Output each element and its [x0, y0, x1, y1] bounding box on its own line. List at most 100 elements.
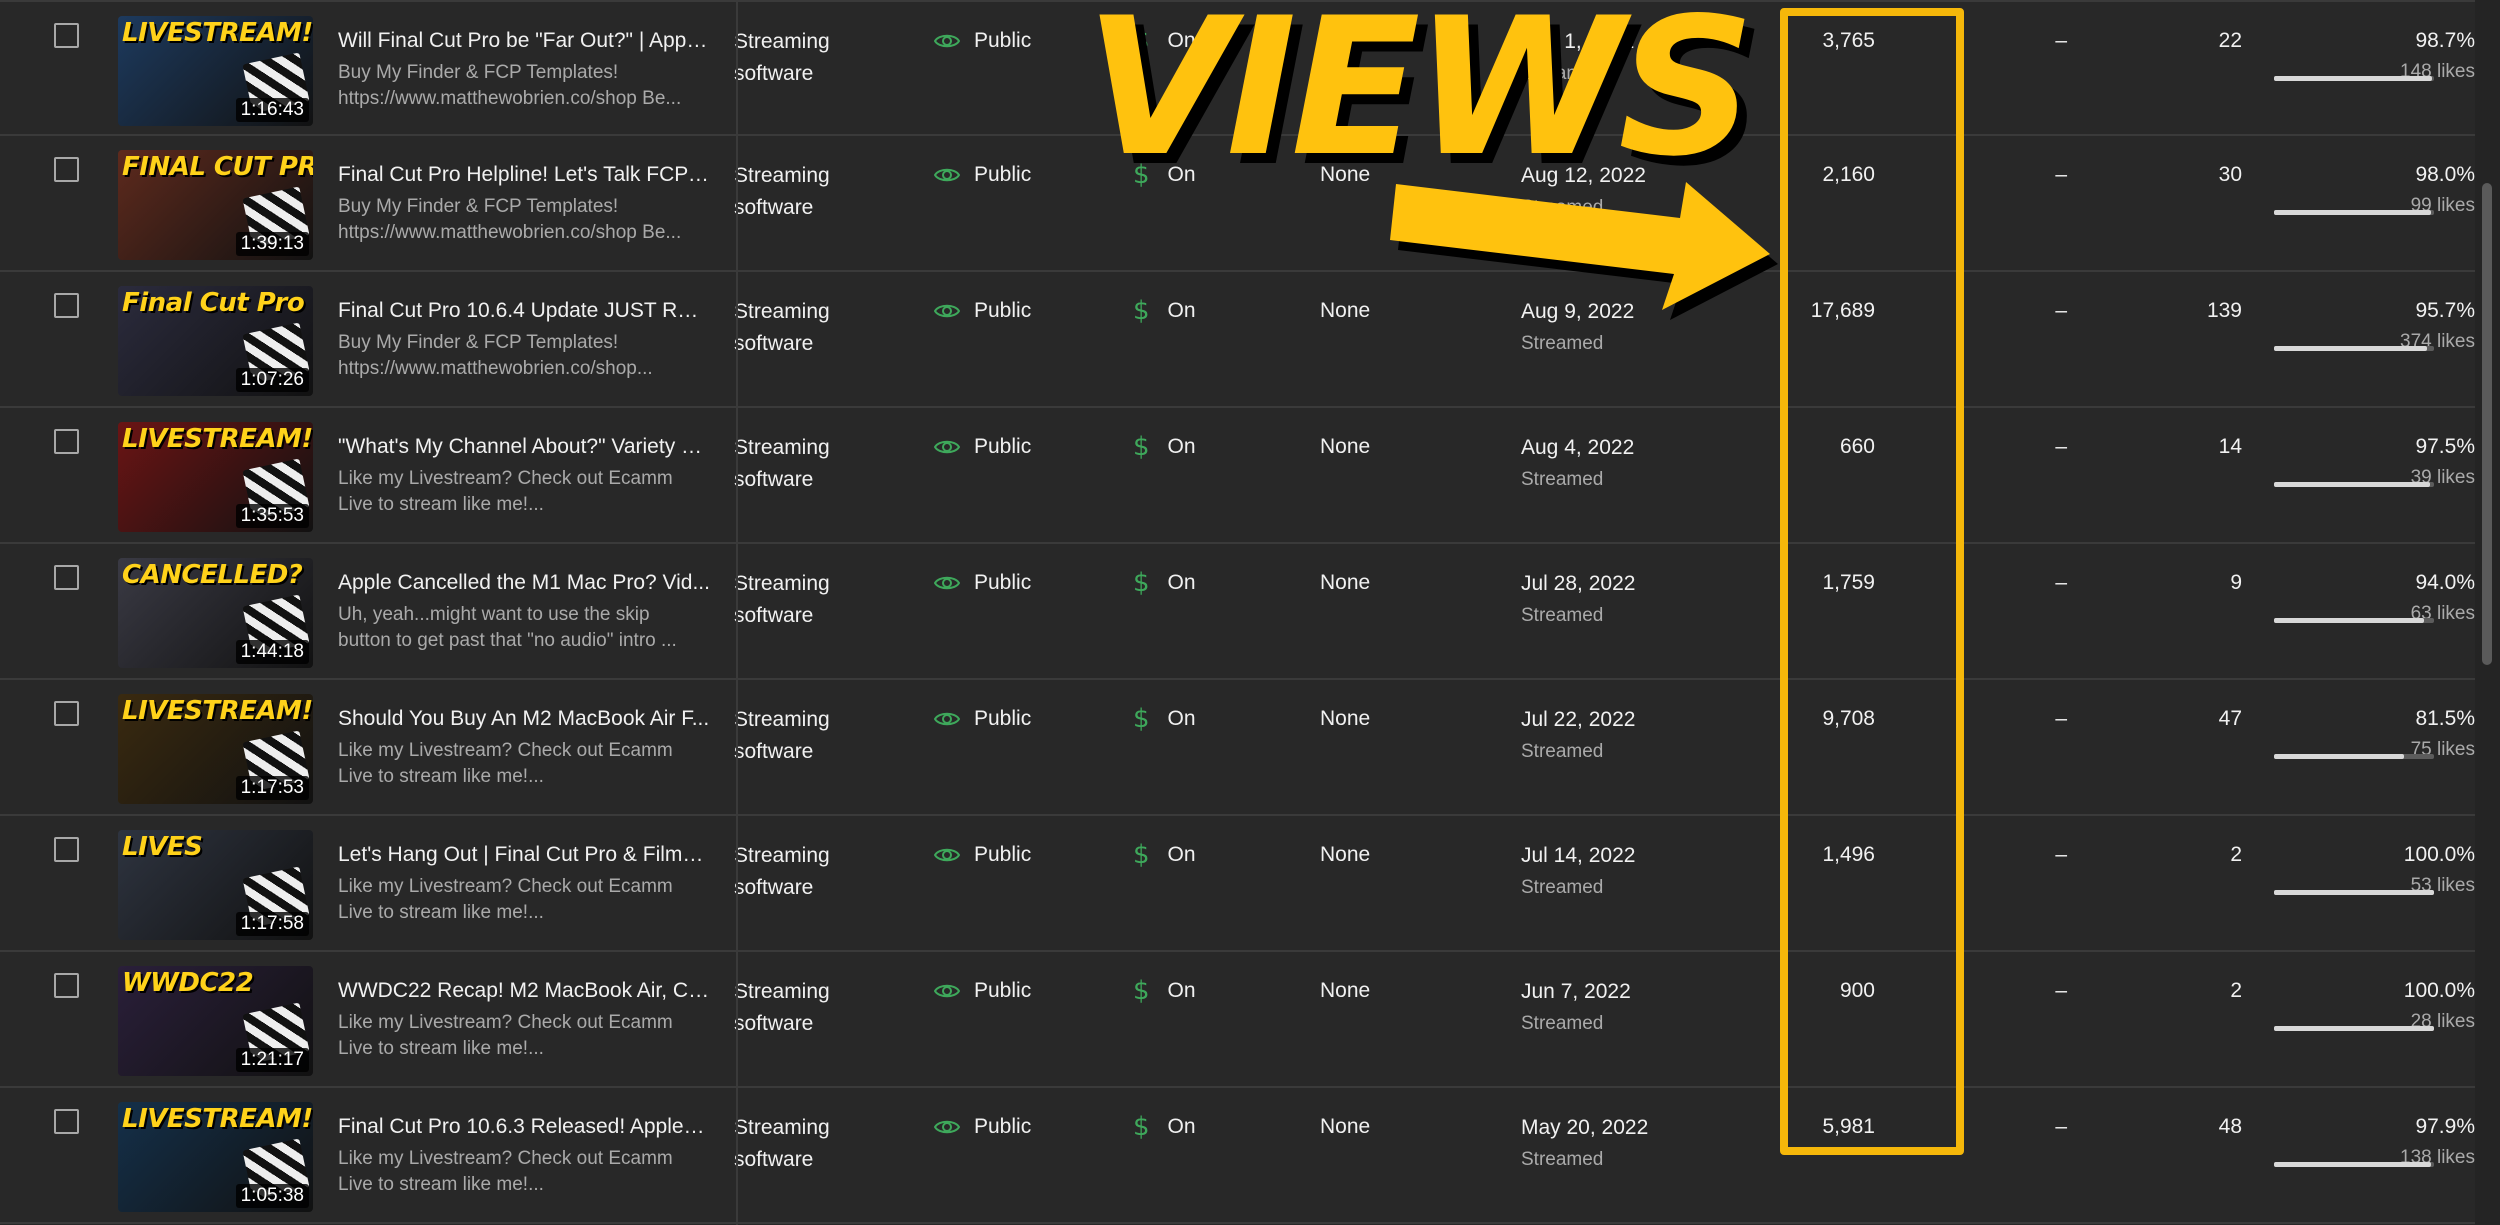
video-type-line: software — [734, 468, 814, 491]
comments-count: 48 — [2218, 1115, 2242, 1138]
date-label: Aug 4, 2022 — [1521, 436, 1635, 459]
date-cell: Jun 7, 2022 Streamed — [1521, 976, 1631, 1040]
table-row[interactable]: LIVESTREAM! 1:17:53 Should You Buy An M2… — [0, 680, 2475, 816]
likes-count: 148 likes — [2400, 61, 2475, 82]
monetization-cell[interactable]: $ On — [1133, 568, 1196, 598]
video-thumbnail[interactable]: WWDC22 1:21:17 — [118, 966, 313, 1076]
table-row[interactable]: Final Cut Pro 10.6.4 1:07:26 Final Cut P… — [0, 272, 2475, 408]
comments-count: 22 — [2218, 29, 2242, 52]
date-sublabel: Streamed — [1521, 741, 1604, 762]
visibility-cell[interactable]: Public — [934, 976, 1031, 1006]
video-type-line: Streaming — [734, 436, 830, 459]
video-description-line: button to get past that "no audio" intro… — [338, 630, 677, 651]
like-ratio-bar — [2274, 890, 2434, 895]
row-checkbox[interactable] — [54, 23, 79, 48]
monetization-cell[interactable]: $ On — [1133, 704, 1196, 734]
video-title[interactable]: Will Final Cut Pro be "Far Out?" | Apple… — [338, 26, 710, 56]
video-thumbnail[interactable]: LIVESTREAM! 1:16:43 — [118, 16, 313, 126]
thumbnail-text: LIVESTREAM! — [122, 424, 313, 454]
restrictions-cell: None — [1320, 707, 1371, 730]
likes-count: 99 likes — [2410, 195, 2475, 216]
monetization-cell[interactable]: $ On — [1133, 432, 1196, 462]
video-info: Final Cut Pro Helpline! Let's Talk FCP .… — [338, 160, 710, 248]
visibility-cell[interactable]: Public — [934, 26, 1031, 56]
like-percentage: 98.7% — [2415, 29, 2475, 52]
video-type-line: Streaming — [734, 1116, 830, 1139]
video-thumbnail[interactable]: FINAL CUT PRO HELPLINE 1:39:13 — [118, 150, 313, 260]
scrollbar-thumb[interactable] — [2482, 183, 2492, 665]
visibility-cell[interactable]: Public — [934, 160, 1031, 190]
monetization-cell[interactable]: $ On — [1133, 1112, 1196, 1142]
video-thumbnail[interactable]: LIVESTREAM! 1:05:38 — [118, 1102, 313, 1212]
vertical-scrollbar[interactable] — [2475, 0, 2500, 1225]
comments-count: 2 — [2230, 979, 2242, 1002]
video-thumbnail[interactable]: LIVES 1:17:58 — [118, 830, 313, 940]
row-checkbox[interactable] — [54, 837, 79, 862]
table-row[interactable]: WWDC22 1:21:17 WWDC22 Recap! M2 MacBook … — [0, 952, 2475, 1088]
video-thumbnail[interactable]: CANCELLED? 1:44:18 — [118, 558, 313, 668]
date-sublabel: Streamed — [1521, 877, 1604, 898]
video-info: Let's Hang Out | Final Cut Pro & Filmm..… — [338, 840, 710, 928]
video-type-line: Streaming — [734, 30, 830, 53]
monetization-label: On — [1167, 299, 1196, 322]
table-row[interactable]: LIVES 1:17:58 Let's Hang Out | Final Cut… — [0, 816, 2475, 952]
video-type-line: software — [734, 1148, 814, 1171]
video-description-line: https://www.matthewobrien.co/shop Be... — [338, 88, 682, 109]
video-title[interactable]: Final Cut Pro 10.6.3 Released! Apple R..… — [338, 1112, 710, 1142]
video-type-line: software — [734, 740, 814, 763]
row-checkbox[interactable] — [54, 1109, 79, 1134]
restrictions-cell: None — [1320, 1115, 1371, 1138]
video-duration: 1:39:13 — [235, 232, 309, 256]
video-description-line: Live to stream like me!... — [338, 1174, 544, 1195]
eye-icon — [934, 304, 960, 318]
table-row[interactable]: CANCELLED? 1:44:18 Apple Cancelled the M… — [0, 544, 2475, 680]
thumbnail-text: LIVESTREAM! — [122, 18, 313, 48]
video-type-line: software — [734, 332, 814, 355]
thumbnail-text: Final Cut Pro 10.6.4 — [122, 288, 313, 318]
video-type-line: Streaming — [734, 844, 830, 867]
video-title[interactable]: Final Cut Pro 10.6.4 Update JUST REL... — [338, 296, 710, 326]
video-title[interactable]: WWDC22 Recap! M2 MacBook Air, Car... — [338, 976, 710, 1006]
row-checkbox[interactable] — [54, 565, 79, 590]
table-row[interactable]: LIVESTREAM! 1:35:53 "What's My Channel A… — [0, 408, 2475, 544]
like-ratio-fill — [2274, 890, 2434, 895]
row-checkbox[interactable] — [54, 701, 79, 726]
row-checkbox[interactable] — [54, 429, 79, 454]
restrictions-cell: None — [1320, 435, 1371, 458]
visibility-cell[interactable]: Public — [934, 568, 1031, 598]
row-checkbox[interactable] — [54, 157, 79, 182]
visibility-label: Public — [974, 571, 1032, 594]
like-percentage: 81.5% — [2415, 707, 2475, 730]
like-percentage: 100.0% — [2403, 979, 2475, 1002]
eye-icon — [934, 712, 960, 726]
comments-dash: – — [2055, 163, 2067, 186]
video-type: Streaming software — [734, 568, 864, 632]
monetization-cell[interactable]: $ On — [1133, 976, 1196, 1006]
video-thumbnail[interactable]: Final Cut Pro 10.6.4 1:07:26 — [118, 286, 313, 396]
video-title[interactable]: Should You Buy An M2 MacBook Air F... — [338, 704, 710, 734]
visibility-cell[interactable]: Public — [934, 1112, 1031, 1142]
video-info: WWDC22 Recap! M2 MacBook Air, Car... Lik… — [338, 976, 710, 1064]
visibility-cell[interactable]: Public — [934, 296, 1031, 326]
date-sublabel: Streamed — [1521, 1149, 1604, 1170]
row-checkbox[interactable] — [54, 973, 79, 998]
visibility-cell[interactable]: Public — [934, 840, 1031, 870]
video-title[interactable]: Final Cut Pro Helpline! Let's Talk FCP .… — [338, 160, 710, 190]
video-title[interactable]: Let's Hang Out | Final Cut Pro & Filmm..… — [338, 840, 710, 870]
monetization-cell[interactable]: $ On — [1133, 840, 1196, 870]
video-info: Will Final Cut Pro be "Far Out?" | Apple… — [338, 26, 710, 114]
visibility-cell[interactable]: Public — [934, 704, 1031, 734]
video-type: Streaming software — [734, 1112, 864, 1176]
video-thumbnail[interactable]: LIVESTREAM! 1:35:53 — [118, 422, 313, 532]
like-ratio-bar — [2274, 482, 2434, 487]
monetization-cell[interactable]: $ On — [1133, 296, 1196, 326]
video-thumbnail[interactable]: LIVESTREAM! 1:17:53 — [118, 694, 313, 804]
date-label: Jul 28, 2022 — [1521, 572, 1636, 595]
video-title[interactable]: "What's My Channel About?" Variety or... — [338, 432, 710, 462]
row-checkbox[interactable] — [54, 293, 79, 318]
video-description-line: Live to stream like me!... — [338, 766, 544, 787]
video-title[interactable]: Apple Cancelled the M1 Mac Pro? Vid... — [338, 568, 710, 598]
visibility-cell[interactable]: Public — [934, 432, 1031, 462]
table-row[interactable]: LIVESTREAM! 1:05:38 Final Cut Pro 10.6.3… — [0, 1088, 2475, 1224]
comments-dash: – — [2055, 979, 2067, 1002]
